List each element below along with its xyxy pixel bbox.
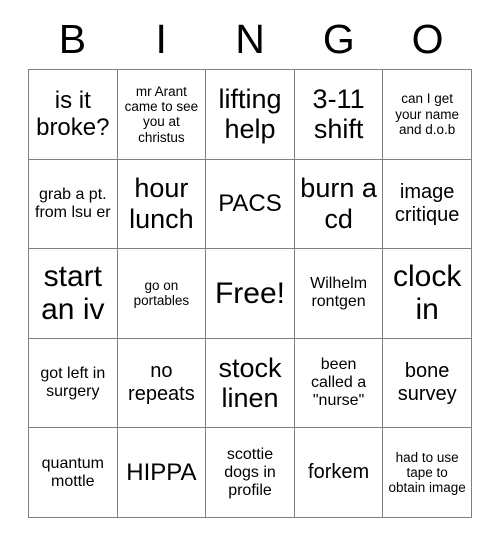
bingo-cell-label: is it broke?	[36, 87, 110, 142]
bingo-cell-g4[interactable]: been called a "nurse"	[294, 338, 384, 429]
bingo-cell-label: image critique	[394, 181, 460, 226]
bingo-cell-o2[interactable]: image critique	[383, 159, 472, 250]
bingo-card: B I N G O is it broke? mr Arant came to …	[28, 10, 472, 518]
bingo-cell-g2[interactable]: burn a cd	[294, 159, 384, 250]
bingo-cell-label: can I get your name and d.o.b	[395, 91, 460, 137]
bingo-cell-label: forkem	[308, 461, 370, 484]
bingo-cell-label: grab a pt. from lsu er	[35, 185, 111, 221]
bingo-header-row: B I N G O	[28, 10, 472, 69]
bingo-row: got left in surgery no repeats stock lin…	[29, 338, 472, 429]
bingo-cell-free-space[interactable]: Free!	[206, 249, 295, 339]
bingo-cell-o5[interactable]: had to use tape to obtain image	[383, 428, 472, 518]
header-letter-o: O	[411, 16, 444, 62]
bingo-cell-i3[interactable]: go on portables	[117, 249, 207, 339]
bingo-cell-label: stock linen	[218, 352, 282, 414]
bingo-cell-label: been called a "nurse"	[311, 355, 367, 410]
bingo-cell-label: bone survey	[397, 360, 457, 406]
bingo-cell-i5[interactable]: HIPPA	[117, 428, 207, 518]
bingo-cell-label: start an iv	[41, 259, 105, 327]
bingo-cell-i2[interactable]: hour lunch	[117, 159, 207, 250]
bingo-cell-b1[interactable]: is it broke?	[29, 70, 118, 160]
bingo-cell-label: clock in	[392, 259, 462, 327]
bingo-cell-b4[interactable]: got left in surgery	[29, 338, 118, 429]
bingo-cell-n1[interactable]: lifting help	[206, 70, 295, 160]
bingo-cell-label: PACS	[218, 190, 282, 218]
bingo-cell-o1[interactable]: can I get your name and d.o.b	[383, 70, 472, 160]
bingo-cell-i1[interactable]: mr Arant came to see you at christus	[117, 70, 207, 160]
bingo-cell-label: scottie dogs in profile	[224, 445, 276, 499]
bingo-cell-o4[interactable]: bone survey	[383, 338, 472, 429]
header-letter-b: B	[58, 16, 87, 62]
bingo-cell-label: 3-11 shift	[312, 83, 365, 145]
bingo-cell-label: hour lunch	[129, 173, 194, 234]
bingo-cell-label: HIPPA	[126, 459, 197, 487]
bingo-cell-b2[interactable]: grab a pt. from lsu er	[29, 159, 118, 250]
bingo-row: quantum mottle HIPPA scottie dogs in pro…	[29, 428, 472, 518]
bingo-cell-label: go on portables	[133, 278, 190, 309]
bingo-cell-label: lifting help	[218, 83, 282, 145]
free-space-label: Free!	[214, 276, 285, 310]
bingo-cell-b5[interactable]: quantum mottle	[29, 428, 118, 518]
bingo-cell-label: no repeats	[128, 360, 195, 406]
bingo-grid: is it broke? mr Arant came to see you at…	[28, 69, 472, 518]
bingo-cell-label: burn a cd	[300, 173, 377, 234]
bingo-cell-i4[interactable]: no repeats	[117, 338, 207, 429]
bingo-cell-o3[interactable]: clock in	[383, 249, 472, 339]
bingo-row: grab a pt. from lsu er hour lunch PACS b…	[29, 159, 472, 250]
bingo-cell-label: got left in surgery	[40, 365, 106, 401]
header-letter-g: G	[322, 16, 355, 62]
bingo-cell-n5[interactable]: scottie dogs in profile	[206, 428, 295, 518]
bingo-row: start an iv go on portables Free! Wilhel…	[29, 249, 472, 339]
bingo-cell-label: mr Arant came to see you at christus	[124, 83, 199, 145]
header-letter-i: I	[155, 16, 167, 62]
bingo-cell-g5[interactable]: forkem	[294, 428, 384, 518]
bingo-row: is it broke? mr Arant came to see you at…	[29, 70, 472, 160]
header-letter-n: N	[235, 16, 265, 62]
bingo-cell-g3[interactable]: Wilhelm rontgen	[294, 249, 384, 339]
bingo-cell-n4[interactable]: stock linen	[206, 338, 295, 429]
bingo-cell-label: quantum mottle	[41, 454, 104, 490]
bingo-cell-n2[interactable]: PACS	[206, 159, 295, 250]
bingo-cell-label: had to use tape to obtain image	[388, 449, 466, 496]
bingo-cell-g1[interactable]: 3-11 shift	[294, 70, 384, 160]
bingo-cell-label: Wilhelm rontgen	[310, 275, 368, 311]
bingo-cell-b3[interactable]: start an iv	[29, 249, 118, 339]
